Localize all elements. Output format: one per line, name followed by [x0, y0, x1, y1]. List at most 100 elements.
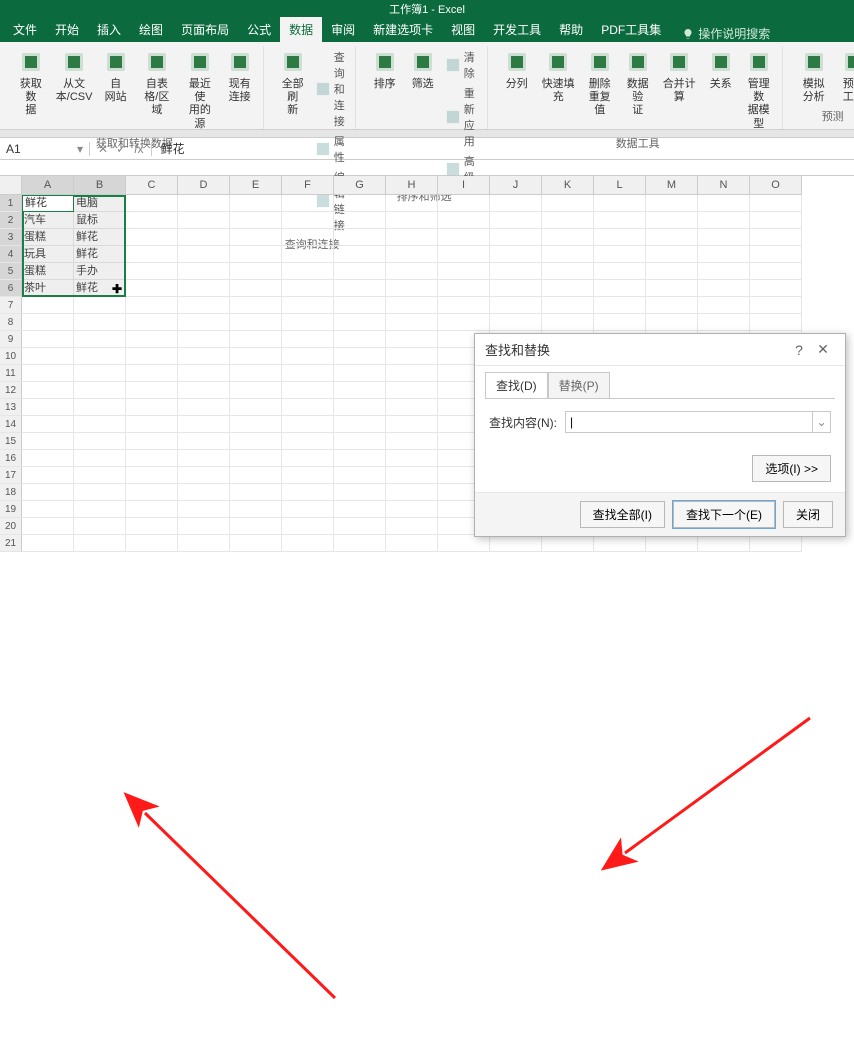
cell[interactable] [230, 331, 282, 348]
cell[interactable] [646, 314, 698, 331]
cell[interactable] [282, 195, 334, 212]
cell[interactable] [178, 416, 230, 433]
cell[interactable] [230, 535, 282, 552]
cell[interactable] [178, 280, 230, 297]
cell[interactable] [126, 246, 178, 263]
cell[interactable] [386, 433, 438, 450]
cell[interactable] [178, 297, 230, 314]
cell[interactable] [126, 518, 178, 535]
cell[interactable] [334, 331, 386, 348]
cell[interactable] [646, 229, 698, 246]
cell[interactable] [334, 348, 386, 365]
cell[interactable] [178, 399, 230, 416]
ribbon-button[interactable]: 快速填充 [538, 46, 579, 106]
find-input[interactable] [566, 412, 812, 432]
chevron-down-icon[interactable]: ⌄ [812, 412, 830, 432]
cell[interactable] [282, 365, 334, 382]
row-header[interactable]: 8 [0, 314, 22, 331]
cell[interactable] [438, 195, 490, 212]
cell[interactable] [438, 263, 490, 280]
column-header[interactable]: L [594, 176, 646, 195]
dialog-tab[interactable]: 查找(D) [485, 372, 548, 398]
cell[interactable] [230, 348, 282, 365]
cell[interactable] [126, 280, 178, 297]
tab-公式[interactable]: 公式 [238, 17, 280, 42]
cell[interactable] [334, 195, 386, 212]
cell[interactable] [178, 484, 230, 501]
cell[interactable] [386, 331, 438, 348]
ribbon-button[interactable]: 获取数 据 [12, 46, 50, 120]
cell[interactable] [126, 467, 178, 484]
row-header[interactable]: 21 [0, 535, 22, 552]
cell[interactable] [74, 314, 126, 331]
cell[interactable]: 蛋糕 [22, 263, 74, 280]
cell[interactable] [542, 212, 594, 229]
cell[interactable] [22, 484, 74, 501]
cell[interactable] [698, 229, 750, 246]
cell[interactable] [594, 297, 646, 314]
cell[interactable] [438, 246, 490, 263]
row-header[interactable]: 1 [0, 195, 22, 212]
ribbon-button[interactable]: 数据验 证 [621, 46, 655, 120]
cell[interactable] [386, 280, 438, 297]
cell[interactable] [542, 195, 594, 212]
name-box[interactable]: A1 ▾ [0, 142, 90, 156]
cell[interactable] [490, 229, 542, 246]
row-header[interactable]: 13 [0, 399, 22, 416]
cell[interactable] [230, 416, 282, 433]
cell[interactable] [230, 433, 282, 450]
cell[interactable] [750, 229, 802, 246]
cell[interactable] [126, 212, 178, 229]
column-header[interactable]: D [178, 176, 230, 195]
cell[interactable] [282, 314, 334, 331]
cell[interactable] [698, 263, 750, 280]
cell[interactable] [74, 331, 126, 348]
row-header[interactable]: 10 [0, 348, 22, 365]
row-header[interactable]: 14 [0, 416, 22, 433]
cell[interactable] [282, 467, 334, 484]
cell[interactable] [594, 246, 646, 263]
ribbon-button[interactable]: 排序 [368, 46, 402, 93]
cell[interactable] [594, 314, 646, 331]
chevron-down-icon[interactable]: ▾ [77, 142, 83, 156]
cell[interactable] [750, 280, 802, 297]
cell[interactable] [646, 535, 698, 552]
ribbon-button[interactable]: 删除 重复值 [583, 46, 617, 120]
cell[interactable]: 手办 [74, 263, 126, 280]
cell[interactable] [490, 535, 542, 552]
cell[interactable]: 汽车 [22, 212, 74, 229]
cell[interactable] [750, 246, 802, 263]
cell[interactable] [282, 518, 334, 535]
cell[interactable] [386, 297, 438, 314]
cell[interactable] [750, 263, 802, 280]
cell[interactable] [438, 314, 490, 331]
cell[interactable] [386, 365, 438, 382]
cell[interactable] [334, 212, 386, 229]
cell[interactable] [178, 229, 230, 246]
cell[interactable] [490, 280, 542, 297]
cell[interactable] [178, 501, 230, 518]
cell[interactable] [386, 229, 438, 246]
cell[interactable] [438, 229, 490, 246]
cell[interactable] [126, 229, 178, 246]
dialog-button[interactable]: 查找下一个(E) [673, 501, 775, 528]
cell[interactable] [22, 365, 74, 382]
column-header[interactable]: C [126, 176, 178, 195]
cell[interactable] [386, 535, 438, 552]
cell[interactable] [282, 246, 334, 263]
cell[interactable] [74, 535, 126, 552]
cell[interactable] [74, 467, 126, 484]
options-button[interactable]: 选项(I) >> [752, 455, 831, 482]
cell[interactable] [334, 263, 386, 280]
tell-me-search[interactable]: 操作说明搜索 [682, 25, 770, 42]
ribbon-button[interactable]: 关系 [704, 46, 738, 93]
cell[interactable] [22, 348, 74, 365]
cell[interactable] [230, 297, 282, 314]
cell[interactable] [698, 195, 750, 212]
cell[interactable] [490, 314, 542, 331]
cell[interactable] [178, 263, 230, 280]
cell[interactable] [334, 416, 386, 433]
tab-数据[interactable]: 数据 [280, 17, 322, 42]
cell[interactable] [126, 297, 178, 314]
cell[interactable] [542, 229, 594, 246]
